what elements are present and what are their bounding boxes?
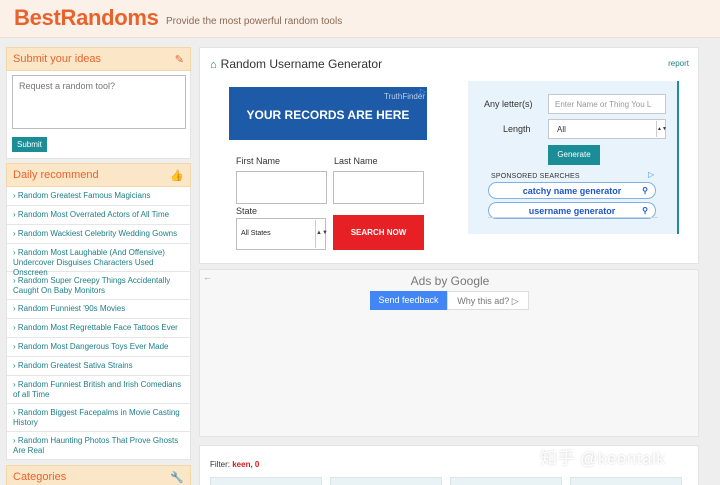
length-select[interactable]: All ▲▼ (548, 119, 667, 139)
recommend-item[interactable]: › Random Funniest '90s Movies (7, 300, 190, 319)
letters-input[interactable]: Enter Name or Thing You L (548, 94, 666, 114)
recommend-item[interactable]: › Random Greatest Famous Magicians (7, 187, 190, 206)
result-item[interactable] (450, 477, 562, 485)
ad-brand: TruthFinder (383, 92, 425, 101)
sponsored-link-label: username generator (528, 206, 616, 216)
idea-request-input[interactable] (12, 75, 186, 129)
last-name-label: Last Name (334, 156, 378, 166)
thumbs-up-icon: 👍 (170, 170, 184, 182)
last-name-input[interactable] (333, 171, 424, 204)
length-select-value: All (557, 125, 566, 134)
recommend-item[interactable]: › Random Super Creepy Things Accidentall… (7, 272, 190, 300)
tool-card: ⌂ Random Username Generator report ▷ Trut… (199, 47, 699, 264)
adchoices-icon[interactable]: ▷ (648, 170, 654, 179)
daily-recommend-header: Daily recommend 👍 (6, 163, 191, 187)
select-arrows-icon: ▲▼ (656, 121, 667, 137)
tool-title-text: Random Username Generator (220, 57, 383, 71)
sponsored-link-label: catchy name generator (522, 186, 622, 196)
daily-recommend-list: › Random Greatest Famous Magicians › Ran… (6, 187, 191, 460)
generator-form: Any letter(s) Enter Name or Thing You L … (468, 81, 679, 234)
filter-value: keen, 0 (232, 460, 260, 469)
site-tagline: Provide the most powerful random tools (166, 16, 343, 27)
state-label: State (236, 206, 258, 216)
recommend-item[interactable]: › Random Most Regrettable Face Tattoos E… (7, 319, 190, 338)
google-ads-card: ← Ads by Google Send feedback Why this a… (199, 269, 699, 437)
ad-banner[interactable]: ▷ TruthFinder YOUR RECORDS ARE HERE (229, 87, 427, 140)
wrench-icon: 🔧 (170, 472, 184, 484)
submit-ideas-title: Submit your ideas (13, 53, 102, 65)
edit-icon: ✎ (174, 54, 184, 66)
submit-idea-button[interactable]: Submit (12, 137, 47, 152)
home-icon[interactable]: ⌂ (210, 59, 217, 71)
watermark: 知乎 @keentalk (540, 449, 666, 468)
sponsored-link[interactable]: catchy name generator ⚲ (488, 182, 656, 199)
recommend-item[interactable]: › Random Biggest Facepalms in Movie Cast… (7, 404, 190, 432)
generate-button[interactable]: Generate (548, 145, 600, 165)
search-now-button[interactable]: SEARCH NOW (333, 215, 424, 250)
recommend-item[interactable]: › Random Haunting Photos That Prove Ghos… (7, 432, 190, 460)
sidebar: Submit your ideas ✎ Submit Daily recomme… (6, 47, 191, 460)
divider (488, 217, 658, 218)
recommend-item[interactable]: › Random Most Overrated Actors of All Ti… (7, 206, 190, 225)
daily-recommend-title: Daily recommend (13, 169, 99, 181)
result-item[interactable] (570, 477, 682, 485)
state-select[interactable]: All States ▲▼ (236, 218, 328, 250)
site-logo[interactable]: BestRandoms (14, 5, 159, 31)
select-arrows-icon: ▲▼ (315, 220, 328, 248)
recommend-item[interactable]: › Random Greatest Sativa Strains (7, 357, 190, 376)
state-select-value: All States (241, 230, 271, 237)
recommend-item[interactable]: › Random Funniest British and Irish Come… (7, 376, 190, 404)
sponsored-searches-label: SPONSORED SEARCHES (491, 173, 580, 180)
report-link[interactable]: report (668, 59, 689, 68)
why-this-ad-button[interactable]: Why this ad? ▷ (447, 291, 529, 310)
ad-headline: YOUR RECORDS ARE HERE (246, 108, 410, 122)
categories-header[interactable]: Categories 🔧 (6, 465, 191, 485)
search-icon: ⚲ (642, 206, 648, 215)
first-name-label: First Name (236, 156, 281, 166)
result-item[interactable] (210, 477, 322, 485)
recommend-item[interactable]: › Random Most Laughable (And Offensive) … (7, 244, 190, 277)
ads-by-google: Ads by Google (410, 274, 490, 288)
recommend-item[interactable]: › Random Most Dangerous Toys Ever Made (7, 338, 190, 357)
filter-label: Filter: (210, 460, 230, 469)
first-name-input[interactable] (236, 171, 327, 204)
site-header: BestRandoms Provide the most powerful ra… (0, 0, 720, 38)
send-feedback-button[interactable]: Send feedback (370, 291, 447, 310)
submit-ideas-panel: Submit (6, 71, 191, 159)
submit-ideas-header: Submit your ideas ✎ (6, 47, 191, 71)
letters-label: Any letter(s) (484, 99, 533, 109)
search-icon: ⚲ (642, 186, 648, 195)
tool-title: ⌂ Random Username Generator (210, 57, 382, 71)
filter-line: Filter: keen, 0 (210, 460, 259, 469)
result-item[interactable] (330, 477, 442, 485)
recommend-item[interactable]: › Random Wackiest Celebrity Wedding Gown… (7, 225, 190, 244)
categories-title: Categories (13, 471, 67, 483)
length-label: Length (503, 124, 531, 134)
